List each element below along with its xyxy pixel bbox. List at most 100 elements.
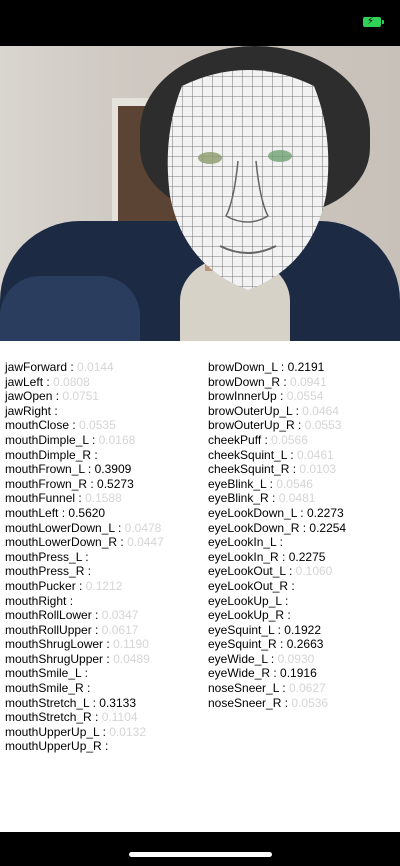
blendshape-row: jawOpen : 0.0751 xyxy=(5,389,164,404)
blendshape-row: mouthSmile_L : xyxy=(5,666,164,681)
blendshape-row: cheekSquint_R : 0.0103 xyxy=(208,462,346,477)
blendshape-row: eyeWide_L : 0.0930 xyxy=(208,652,346,667)
blendshape-row: cheekPuff : 0.0566 xyxy=(208,433,346,448)
separator: : xyxy=(89,695,100,710)
blendshape-name: eyeBlink_L xyxy=(208,476,267,491)
blendshape-name: jawLeft xyxy=(5,374,44,389)
blendshape-value: 0.1060 xyxy=(295,564,333,579)
blendshape-row: eyeSquint_L : 0.1922 xyxy=(208,623,346,638)
separator: : xyxy=(276,389,287,404)
blendshape-row: mouthRollLower : 0.0347 xyxy=(5,608,164,623)
separator: : xyxy=(103,637,114,652)
blendshape-row: mouthPress_R : xyxy=(5,564,164,579)
blendshape-row: mouthFrown_L : 0.3909 xyxy=(5,462,164,477)
blendshape-value: 0.1190 xyxy=(113,637,149,652)
blendshape-name: jawForward xyxy=(5,360,68,374)
blendshape-value: 0.0132 xyxy=(109,724,146,739)
blendshape-row: mouthDimple_L : 0.0168 xyxy=(5,433,164,448)
blendshape-row: eyeLookDown_R : 0.2254 xyxy=(208,521,346,536)
blendshape-name: eyeLookOut_L xyxy=(208,564,286,579)
blendshape-row: eyeWide_R : 0.1916 xyxy=(208,666,346,681)
blendshape-name: mouthRollUpper xyxy=(5,622,92,637)
blendshape-value: 0.5273 xyxy=(97,476,134,491)
separator: : xyxy=(276,535,283,550)
blendshape-name: cheekSquint_R xyxy=(208,462,290,477)
bottom-bar xyxy=(0,832,400,866)
blendshape-name: browInnerUp xyxy=(208,389,277,404)
separator: : xyxy=(286,447,297,462)
blendshape-row: eyeLookIn_L : xyxy=(208,535,346,550)
blendshape-row: browDown_R : 0.0941 xyxy=(208,375,346,390)
blendshape-value: 0.0554 xyxy=(286,389,324,404)
blendshape-name: browDown_L xyxy=(208,360,278,374)
separator: : xyxy=(99,724,110,739)
blendshape-value: 0.0546 xyxy=(276,476,313,491)
blendshape-value: 0.0617 xyxy=(101,622,139,637)
blendshape-value: 0.1916 xyxy=(280,666,317,681)
separator: : xyxy=(103,651,114,666)
blendshape-value: 0.0481 xyxy=(278,491,316,506)
separator: : xyxy=(278,681,289,696)
blendshape-name: mouthUpperUp_L xyxy=(5,724,100,739)
blendshape-row: mouthRollUpper : 0.0617 xyxy=(5,623,164,638)
blendshape-name: mouthSmile_L xyxy=(5,666,82,681)
blendshape-name: eyeLookUp_R xyxy=(208,608,285,623)
blendshape-name: eyeLookDown_L xyxy=(208,505,297,520)
separator: : xyxy=(101,739,109,754)
blendshape-value: 0.1212 xyxy=(85,578,123,593)
blendshape-name: mouthPress_R xyxy=(5,564,85,579)
blendshape-value: 0.0536 xyxy=(291,695,329,710)
blendshape-name: mouthLowerDown_R xyxy=(5,535,118,550)
blendshape-row: mouthPucker : 0.1212 xyxy=(5,579,164,594)
separator: : xyxy=(51,403,58,418)
blendshape-row: jawLeft : 0.0808 xyxy=(5,375,164,390)
blendshape-row: eyeLookOut_L : 0.1060 xyxy=(208,564,346,579)
blendshape-name: eyeLookUp_L xyxy=(208,593,282,608)
separator: : xyxy=(114,520,125,535)
blendshape-name: eyeWide_R xyxy=(208,666,271,681)
separator: : xyxy=(52,389,63,404)
blendshape-name: mouthShrugLower xyxy=(5,637,104,652)
blendshape-row: mouthPress_L : xyxy=(5,550,164,565)
blendshape-name: mouthRollLower xyxy=(5,608,92,623)
blendshape-value: 0.3133 xyxy=(99,695,136,710)
separator: : xyxy=(81,549,89,564)
blendshape-value: 0.2254 xyxy=(309,520,347,535)
blendshape-name: mouthFrown_R xyxy=(5,476,88,491)
blendshape-row: mouthStretch_L : 0.3133 xyxy=(5,696,164,711)
blendshape-row: mouthShrugLower : 0.1190 xyxy=(5,637,164,652)
blendshape-name: eyeSquint_R xyxy=(208,637,277,652)
charging-battery-icon: ⚡ xyxy=(363,16,384,27)
blendshape-name: browOuterUp_L xyxy=(208,403,293,418)
blendshape-row: mouthLowerDown_R : 0.0447 xyxy=(5,535,164,550)
face-mesh-overlay xyxy=(167,70,329,290)
blendshape-value: 0.0103 xyxy=(299,462,337,477)
separator: : xyxy=(276,637,287,652)
blendshape-value: 0.0808 xyxy=(53,374,90,389)
separator: : xyxy=(84,564,92,579)
blendshape-name: mouthFunnel xyxy=(5,491,76,506)
separator: : xyxy=(299,520,310,535)
blendshape-row: noseSneer_L : 0.0627 xyxy=(208,681,346,696)
blendshape-row: eyeLookUp_L : xyxy=(208,594,346,609)
blendshape-value: 0.0930 xyxy=(277,651,315,666)
blendshape-name: eyeLookIn_L xyxy=(208,535,277,550)
separator: : xyxy=(43,374,54,389)
separator: : xyxy=(87,476,98,491)
blendshape-row: mouthShrugUpper : 0.0489 xyxy=(5,652,164,667)
separator: : xyxy=(83,681,91,696)
separator: : xyxy=(69,418,80,433)
blendshape-name: noseSneer_L xyxy=(208,681,279,696)
separator: : xyxy=(81,666,88,681)
home-indicator[interactable] xyxy=(129,852,272,857)
blendshape-name: eyeLookIn_R xyxy=(208,549,279,564)
blendshape-row: jawForward : 0.0144 xyxy=(5,360,164,375)
blendshape-name: eyeLookOut_R xyxy=(208,578,289,593)
blendshape-name: mouthDimple_L xyxy=(5,432,89,447)
blendshape-name: mouthRight xyxy=(5,593,67,608)
separator: : xyxy=(91,710,102,725)
separator: : xyxy=(281,695,292,710)
blendshape-value: 0.0464 xyxy=(302,403,339,418)
blendshape-value: 0.5620 xyxy=(68,505,106,520)
blendshape-name: mouthPucker xyxy=(5,578,76,593)
